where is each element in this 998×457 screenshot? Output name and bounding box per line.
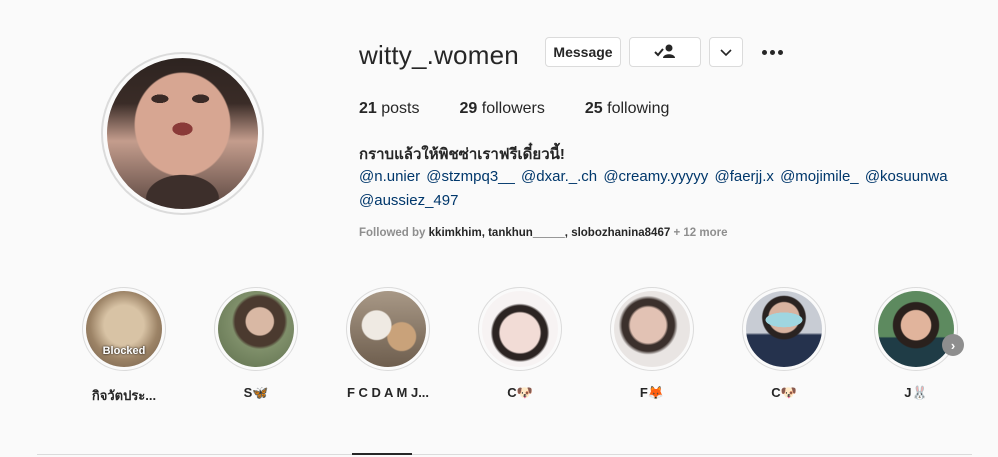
highlight-label: C🐶 xyxy=(507,385,533,400)
highlight-ring xyxy=(742,287,826,371)
posts-count: 21 xyxy=(359,100,377,117)
followed-by-names: kkimkhim, tankhun_____, slobozhanina8467 xyxy=(428,227,671,239)
bio-mentions-line-2: @aussiez_497 xyxy=(359,192,460,209)
mention-link[interactable]: @faerjj.x xyxy=(714,168,773,185)
highlight-label: F🦊 xyxy=(639,385,665,400)
highlight-ring xyxy=(874,287,958,371)
highlight-ring xyxy=(610,287,694,371)
posts-stat[interactable]: 21 posts xyxy=(359,100,420,118)
more-options-icon[interactable] xyxy=(760,41,784,63)
mention-link[interactable]: @dxar._.ch xyxy=(521,168,597,185)
followers-count: 29 xyxy=(459,100,478,117)
mention-link[interactable]: @creamy.yyyyy xyxy=(603,168,708,185)
mention-link[interactable]: @mojimile_ xyxy=(780,168,859,185)
followed-by-more: + 12 more xyxy=(673,227,728,239)
highlight-label: S🦋 xyxy=(243,385,269,400)
highlight-ring xyxy=(478,287,562,371)
highlight-cover xyxy=(614,291,690,367)
active-tab-indicator xyxy=(352,453,412,455)
profile-stats: 21 posts 29 followers 25 following xyxy=(359,100,709,118)
highlight-cover xyxy=(482,291,558,367)
highlight-item[interactable]: S🦋 xyxy=(201,287,311,401)
highlight-cover: Blocked xyxy=(86,291,162,367)
mention-link[interactable]: @aussiez_497 xyxy=(359,192,458,209)
highlight-item[interactable]: C🐶 xyxy=(729,287,839,401)
highlight-ring xyxy=(346,287,430,371)
highlight-ring xyxy=(214,287,298,371)
bio-name: กราบแล้วให้พิชซ่าเราฟรีเดี๋ยวนี้! xyxy=(359,146,565,163)
chevron-down-icon xyxy=(720,44,732,60)
message-button[interactable]: Message xyxy=(545,37,621,67)
profile-avatar-ring[interactable] xyxy=(101,52,264,215)
bio-mentions-line-1: @n.unier @stzmpq3__ @dxar._.ch @creamy.y… xyxy=(359,168,950,185)
followed-by-prefix: Followed by xyxy=(359,227,426,239)
following-count: 25 xyxy=(584,100,603,117)
highlight-cover xyxy=(350,291,426,367)
suggested-accounts-button[interactable] xyxy=(709,37,743,67)
mention-link[interactable]: @stzmpq3__ xyxy=(426,168,515,185)
followers-label: followers xyxy=(481,100,545,117)
highlight-item[interactable]: C🐶 xyxy=(465,287,575,401)
next-arrow-icon[interactable]: › xyxy=(942,334,964,356)
highlight-label: F C D A M J... xyxy=(346,385,430,400)
profile-username: witty_.women xyxy=(359,40,519,70)
following-button[interactable] xyxy=(629,37,701,67)
highlight-label: C🐶 xyxy=(771,385,797,400)
mention-link[interactable]: @kosuunwa xyxy=(865,168,948,185)
highlight-item[interactable]: Blocked กิจวัตประ... xyxy=(69,287,179,406)
highlight-ring: Blocked xyxy=(82,287,166,371)
highlight-label: J🐰 xyxy=(904,385,928,400)
highlight-cover xyxy=(218,291,294,367)
highlight-label: กิจวัตประ... xyxy=(91,388,157,403)
profile-avatar[interactable] xyxy=(103,54,262,213)
tabs-divider xyxy=(37,454,972,455)
person-check-icon xyxy=(653,43,677,62)
highlight-item[interactable]: F C D A M J... xyxy=(333,287,443,400)
highlight-item[interactable]: F🦊 xyxy=(597,287,707,401)
highlight-cover xyxy=(746,291,822,367)
highlight-overlay-text: Blocked xyxy=(102,345,146,357)
following-stat[interactable]: 25 following xyxy=(585,100,670,118)
following-label: following xyxy=(607,100,670,117)
followed-by[interactable]: Followed by kkimkhim, tankhun_____, slob… xyxy=(359,227,727,239)
followers-stat[interactable]: 29 followers xyxy=(460,100,545,118)
highlight-cover xyxy=(878,291,954,367)
mention-link[interactable]: @n.unier xyxy=(359,168,420,185)
posts-label: posts xyxy=(381,100,420,117)
